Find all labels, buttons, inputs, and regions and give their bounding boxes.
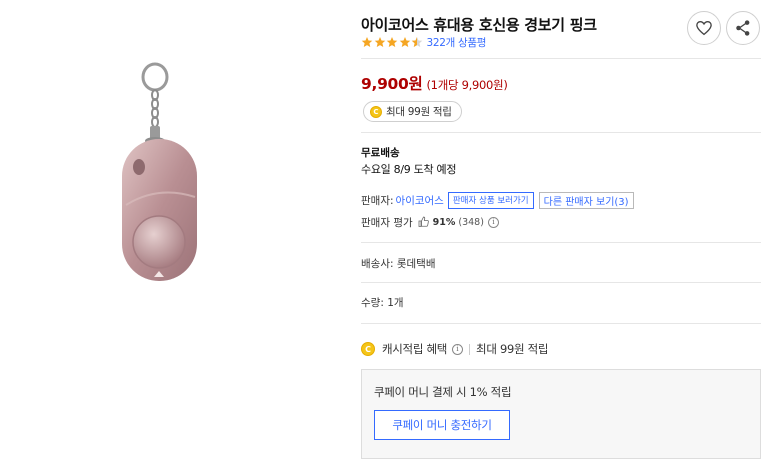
free-shipping-label: 무료배송 bbox=[361, 147, 400, 159]
cash-reward-badge[interactable]: C 최대 99원 적립 bbox=[363, 101, 462, 122]
coin-icon: C bbox=[361, 342, 375, 356]
rating-row[interactable]: 322개 상품평 bbox=[361, 35, 486, 49]
product-title: 아이코어스 휴대용 호신용 경보기 핑크 bbox=[361, 16, 597, 34]
product-image bbox=[122, 62, 197, 281]
thumbs-up-icon bbox=[418, 216, 429, 227]
cash-benefit-value: 최대 99원 적립 bbox=[476, 342, 549, 356]
unit-price: (1개당 9,900원) bbox=[426, 78, 508, 92]
cash-benefit-row: C 캐시적립 혜택 i 최대 99원 적립 bbox=[361, 340, 549, 358]
divider bbox=[361, 282, 761, 283]
share-button[interactable] bbox=[726, 11, 760, 45]
seller-row: 판매자: 아이코어스 판매자 상품 보러가기 다른 판매자 보기(3) bbox=[361, 191, 634, 209]
seller-rating-row: 판매자 평가 91% (348) i bbox=[361, 214, 499, 230]
star-full-icon bbox=[361, 37, 373, 47]
coupay-money-charge-button[interactable]: 쿠페이 머니 충전하기 bbox=[374, 410, 510, 440]
seller-rating-count: (348) bbox=[458, 216, 484, 228]
seller-label: 판매자: bbox=[361, 194, 394, 207]
product-info: 아이코어스 휴대용 호신용 경보기 핑크 322개 상품평 9,900원 (1개… bbox=[361, 0, 761, 459]
heart-icon bbox=[696, 21, 712, 36]
review-count-link[interactable]: 322개 상품평 bbox=[427, 35, 487, 50]
quantity-info: 수량: 1개 bbox=[361, 297, 404, 309]
info-icon[interactable]: i bbox=[452, 343, 464, 355]
wishlist-button[interactable] bbox=[687, 11, 721, 45]
price-row: 9,900원 (1개당 9,900원) bbox=[361, 72, 508, 94]
divider bbox=[361, 58, 761, 59]
share-icon bbox=[736, 20, 750, 36]
cash-reward-text: 최대 99원 적립 bbox=[386, 106, 452, 118]
seller-products-button[interactable]: 판매자 상품 보러가기 bbox=[447, 191, 534, 209]
star-full-icon bbox=[374, 37, 385, 47]
seller-rating-label: 판매자 평가 bbox=[361, 216, 413, 229]
product-image-area bbox=[0, 0, 350, 459]
coupay-money-box: 쿠페이 머니 결제 시 1% 적립 쿠페이 머니 충전하기 bbox=[361, 369, 761, 459]
divider bbox=[361, 323, 761, 324]
cash-benefit-label: 캐시적립 혜택 bbox=[382, 342, 448, 356]
divider bbox=[361, 242, 761, 243]
seller-rating-percent: 91% bbox=[432, 216, 456, 228]
star-rating bbox=[361, 36, 424, 48]
carrier-info: 배송사: 롯데택배 bbox=[361, 258, 436, 270]
price: 9,900원 bbox=[361, 75, 423, 93]
arrival-date: 수요일 8/9 도착 예정 bbox=[361, 163, 457, 176]
star-full-icon bbox=[399, 37, 410, 47]
separator bbox=[469, 343, 471, 355]
coin-icon: C bbox=[370, 105, 382, 118]
info-icon[interactable]: i bbox=[487, 216, 499, 228]
star-half-icon bbox=[411, 37, 423, 47]
other-sellers-button[interactable]: 다른 판매자 보기(3) bbox=[538, 191, 634, 209]
divider bbox=[361, 132, 761, 133]
seller-name-link[interactable]: 아이코어스 bbox=[396, 193, 444, 208]
coupay-money-text: 쿠페이 머니 결제 시 1% 적립 bbox=[374, 385, 512, 399]
star-full-icon bbox=[386, 37, 398, 47]
